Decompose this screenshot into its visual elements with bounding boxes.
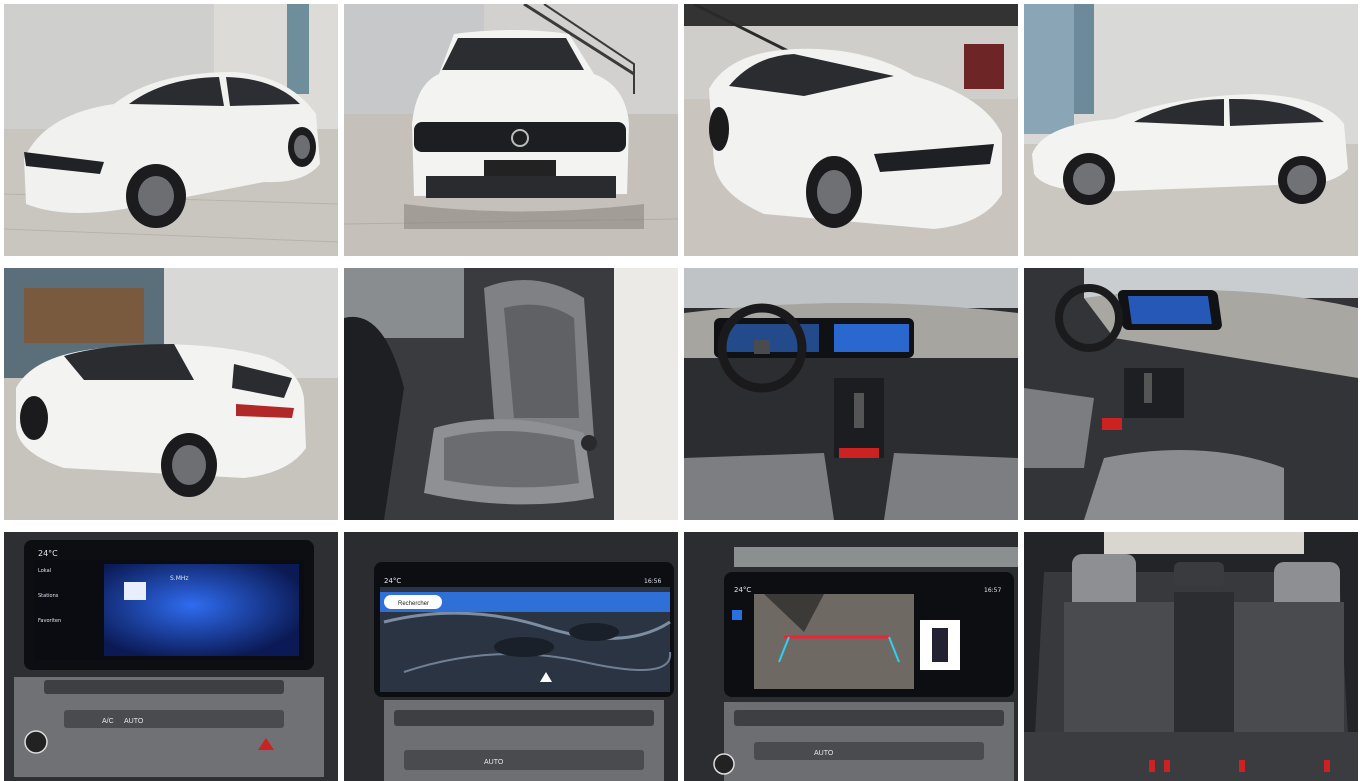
photo-front-right-exterior[interactable]: [684, 4, 1018, 256]
nav-temperature: 24°C: [384, 577, 401, 585]
camera-clock: 16:57: [984, 587, 1001, 594]
photo-rear-left-exterior[interactable]: [4, 268, 338, 520]
nav-search-label[interactable]: Rechercher: [398, 601, 429, 607]
photo-rear-camera[interactable]: 24°C 16:57 AUTO: [684, 532, 1018, 781]
nav-clock: 16:56: [644, 578, 661, 585]
photo-dashboard[interactable]: [684, 268, 1018, 520]
photo-infotainment-radio[interactable]: 24°C Lokal Stations Favoriten S.MHz A/C …: [4, 532, 338, 781]
screen-temperature: 24°C: [38, 549, 58, 558]
photo-front-exterior[interactable]: [344, 4, 678, 256]
photo-center-console[interactable]: [1024, 268, 1358, 520]
camera-temperature: 24°C: [734, 586, 751, 594]
photo-front-left-exterior[interactable]: [4, 4, 338, 256]
photo-infotainment-navigation[interactable]: Rechercher 24°C 16:56 AUTO: [344, 532, 678, 781]
auto-button-nav[interactable]: AUTO: [484, 759, 504, 766]
ac-button[interactable]: A/C: [102, 718, 114, 725]
photo-side-exterior[interactable]: [1024, 4, 1358, 256]
photo-rear-seats[interactable]: [1024, 532, 1358, 781]
auto-button[interactable]: AUTO: [124, 718, 144, 725]
auto-button-camera[interactable]: AUTO: [814, 750, 834, 757]
radio-menu-local[interactable]: Lokal: [38, 568, 51, 574]
photo-gallery: 24°C Lokal Stations Favoriten S.MHz A/C …: [0, 0, 1365, 781]
radio-menu-stations[interactable]: Stations: [38, 593, 59, 599]
radio-menu-favorites[interactable]: Favoriten: [38, 618, 61, 624]
radio-station: S.MHz: [170, 575, 189, 582]
photo-driver-seat[interactable]: [344, 268, 678, 520]
